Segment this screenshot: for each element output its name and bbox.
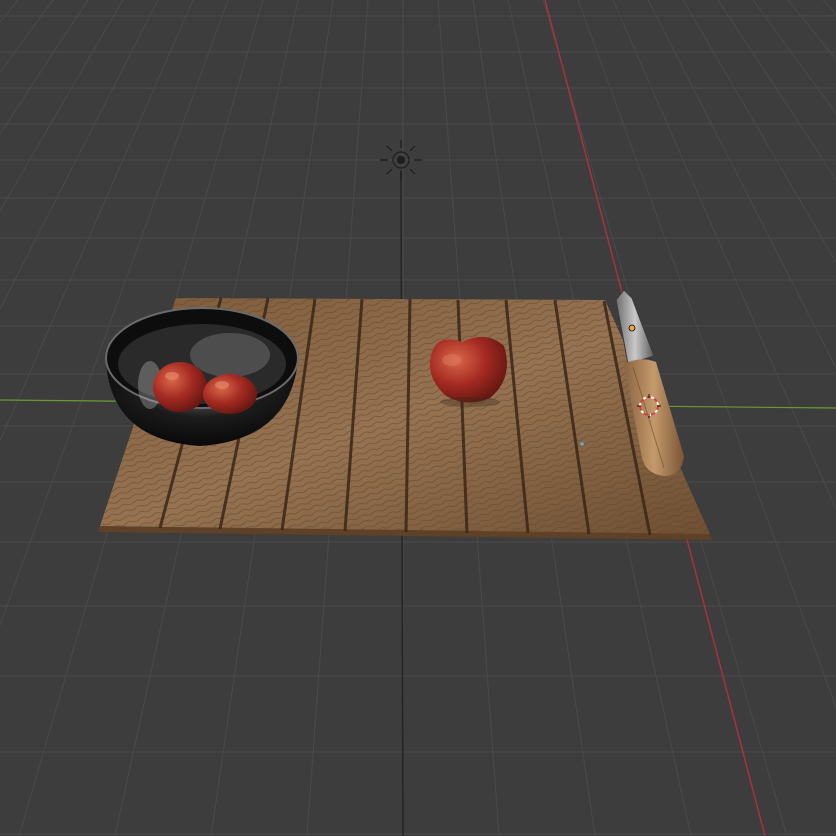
3d-viewport[interactable] xyxy=(0,0,836,836)
selected-origin-icon[interactable] xyxy=(628,324,636,332)
apple-in-bowl-1[interactable] xyxy=(153,362,207,412)
viewport-canvas[interactable] xyxy=(0,0,836,836)
apple-in-bowl-2[interactable] xyxy=(203,374,257,414)
vertex-point xyxy=(580,442,584,446)
light-gizmo-icon[interactable] xyxy=(380,140,422,180)
